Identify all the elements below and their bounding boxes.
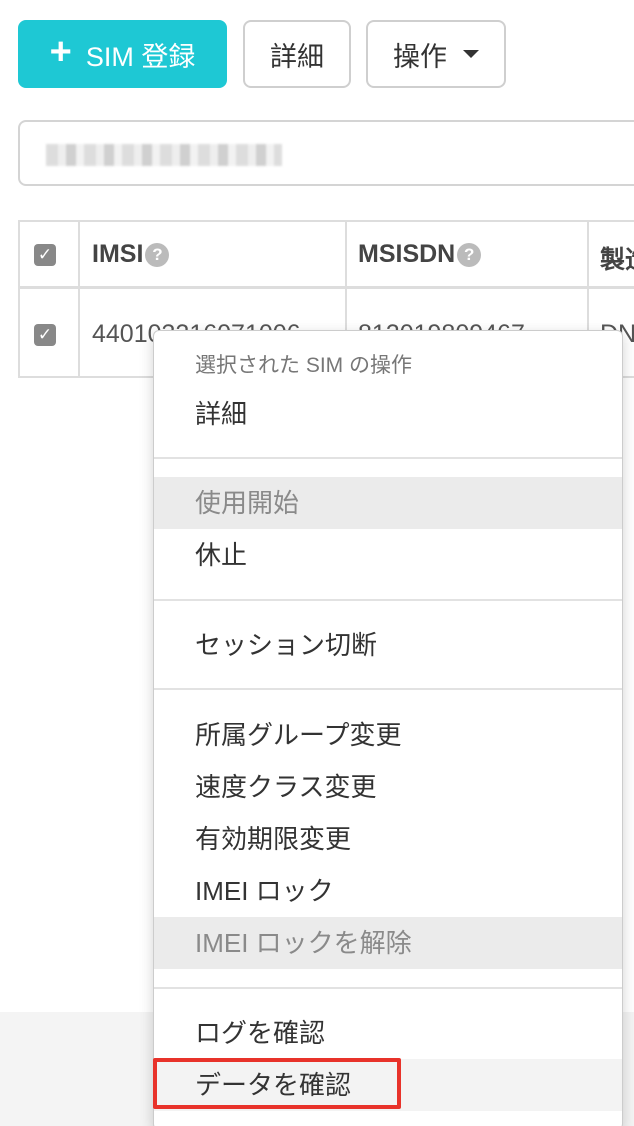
select-all-checkbox[interactable]: ✓ [34,244,56,266]
plus-icon: + [49,31,72,73]
menu-item-change-speed-class[interactable]: 速度クラス変更 [154,761,622,813]
menu-item-imei-lock[interactable]: IMEI ロック [154,865,622,917]
menu-item-view-data[interactable]: データを確認 [154,1059,622,1111]
column-header-imsi-label: IMSI [92,240,144,268]
menu-divider [154,688,622,690]
column-header-msisdn[interactable]: MSISDN ? [358,240,482,269]
menu-item-view-logs[interactable]: ログを確認 [154,1007,622,1059]
column-header-msisdn-label: MSISDN [358,240,456,268]
menu-item-disconnect-session[interactable]: セッション切断 [154,619,622,671]
menu-divider [154,987,622,989]
column-header-maker-label: 製造 [600,246,634,274]
detail-button-label: 詳細 [270,41,324,72]
menu-header: 選択された SIM の操作 [195,354,413,377]
operations-button-label: 操作 [393,41,447,72]
header-divider [20,286,634,289]
help-icon[interactable]: ? [457,242,482,267]
column-header-imsi[interactable]: IMSI ? [92,240,170,269]
menu-item-imei-unlock: IMEI ロックを解除 [154,917,622,969]
detail-button[interactable]: 詳細 [243,20,351,88]
column-divider [78,222,80,376]
menu-item-start-use: 使用開始 [154,477,622,529]
caret-down-icon [463,50,479,58]
redacted-search-text [46,144,282,166]
column-header-maker[interactable]: 製造 [600,240,634,276]
search-input[interactable] [18,120,634,186]
menu-item-detail[interactable]: 詳細 [154,388,622,440]
menu-item-change-group[interactable]: 所属グループ変更 [154,709,622,761]
sim-register-label: SIM 登録 [85,41,196,72]
help-icon[interactable]: ? [145,242,170,267]
toolbar: + SIM 登録 詳細 操作 [0,0,634,110]
menu-item-change-expiry[interactable]: 有効期限変更 [154,813,622,865]
operations-dropdown-button[interactable]: 操作 [366,20,506,88]
row-checkbox[interactable]: ✓ [34,324,56,346]
menu-item-suspend[interactable]: 休止 [154,529,622,581]
menu-divider [154,599,622,601]
menu-divider [154,457,622,459]
operations-context-menu: 選択された SIM の操作 詳細 使用開始 休止 セッション切断 所属グループ変… [153,330,623,1126]
sim-register-button[interactable]: + SIM 登録 [18,20,227,88]
